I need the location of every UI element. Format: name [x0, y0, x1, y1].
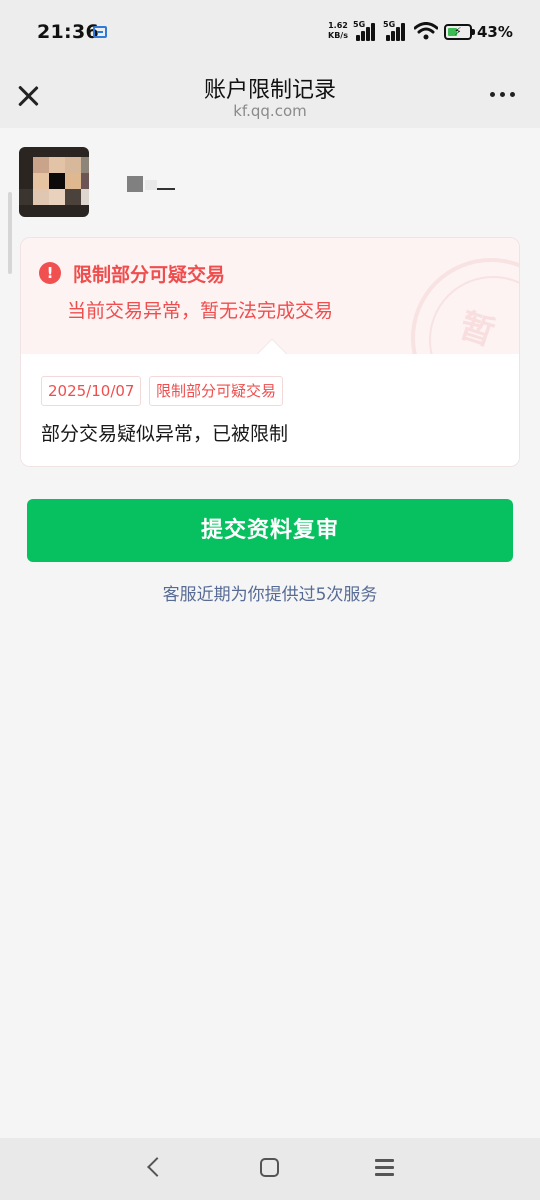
nickname-redacted — [127, 176, 143, 192]
restriction-card-body: 2025/10/07 限制部分可疑交易 部分交易疑似异常，已被限制 — [21, 354, 519, 466]
more-icon[interactable] — [486, 92, 518, 100]
home-icon[interactable] — [260, 1158, 279, 1177]
page-domain: kf.qq.com — [233, 102, 307, 120]
restriction-detail: 部分交易疑似异常，已被限制 — [41, 423, 289, 445]
nickname-redacted — [145, 180, 157, 190]
network-speed: 1.62 KB/s — [328, 21, 348, 41]
restriction-title: 限制部分可疑交易 — [73, 264, 226, 286]
scroll-indicator — [8, 192, 12, 274]
submit-review-button[interactable]: 提交资料复审 — [27, 499, 513, 562]
nickname-redacted — [157, 188, 175, 190]
wifi-icon — [414, 22, 438, 40]
avatar — [19, 147, 89, 217]
restriction-card-header: 暂 ! 限制部分可疑交易 当前交易异常，暂无法完成交易 — [21, 238, 519, 418]
battery-charging-icon: ⚡ — [444, 24, 475, 40]
title-bar: 账户限制记录 kf.qq.com — [0, 64, 540, 128]
signal-icon — [386, 23, 408, 41]
alert-circle-icon: ! — [39, 262, 61, 284]
network-speed-unit: KB/s — [328, 31, 348, 40]
restriction-type-tag: 限制部分可疑交易 — [149, 376, 284, 406]
back-icon[interactable] — [147, 1157, 167, 1177]
menu-icon[interactable] — [375, 1159, 394, 1176]
network-speed-value: 1.62 — [328, 21, 348, 30]
date-tag: 2025/10/07 — [41, 376, 142, 406]
stamp-text: 暂 — [454, 305, 500, 355]
system-nav-bar — [0, 1138, 540, 1200]
page: 21:36 1.62 KB/s 5G 5G ⚡ 43% 账户限制记录 kf.qq… — [0, 0, 540, 1200]
status-bar: 21:36 1.62 KB/s 5G 5G ⚡ 43% — [0, 0, 540, 64]
page-title: 账户限制记录 — [203, 78, 336, 103]
signal-icon — [356, 23, 378, 41]
app-notification-icon — [93, 26, 107, 38]
service-history-link[interactable]: 客服近期为你提供过5次服务 — [0, 580, 540, 605]
battery-percent: 43% — [477, 23, 513, 41]
restriction-card: 暂 ! 限制部分可疑交易 当前交易异常，暂无法完成交易 2025/10/07 限… — [20, 237, 520, 467]
status-time: 21:36 — [37, 21, 99, 43]
restriction-description: 当前交易异常，暂无法完成交易 — [67, 300, 334, 322]
